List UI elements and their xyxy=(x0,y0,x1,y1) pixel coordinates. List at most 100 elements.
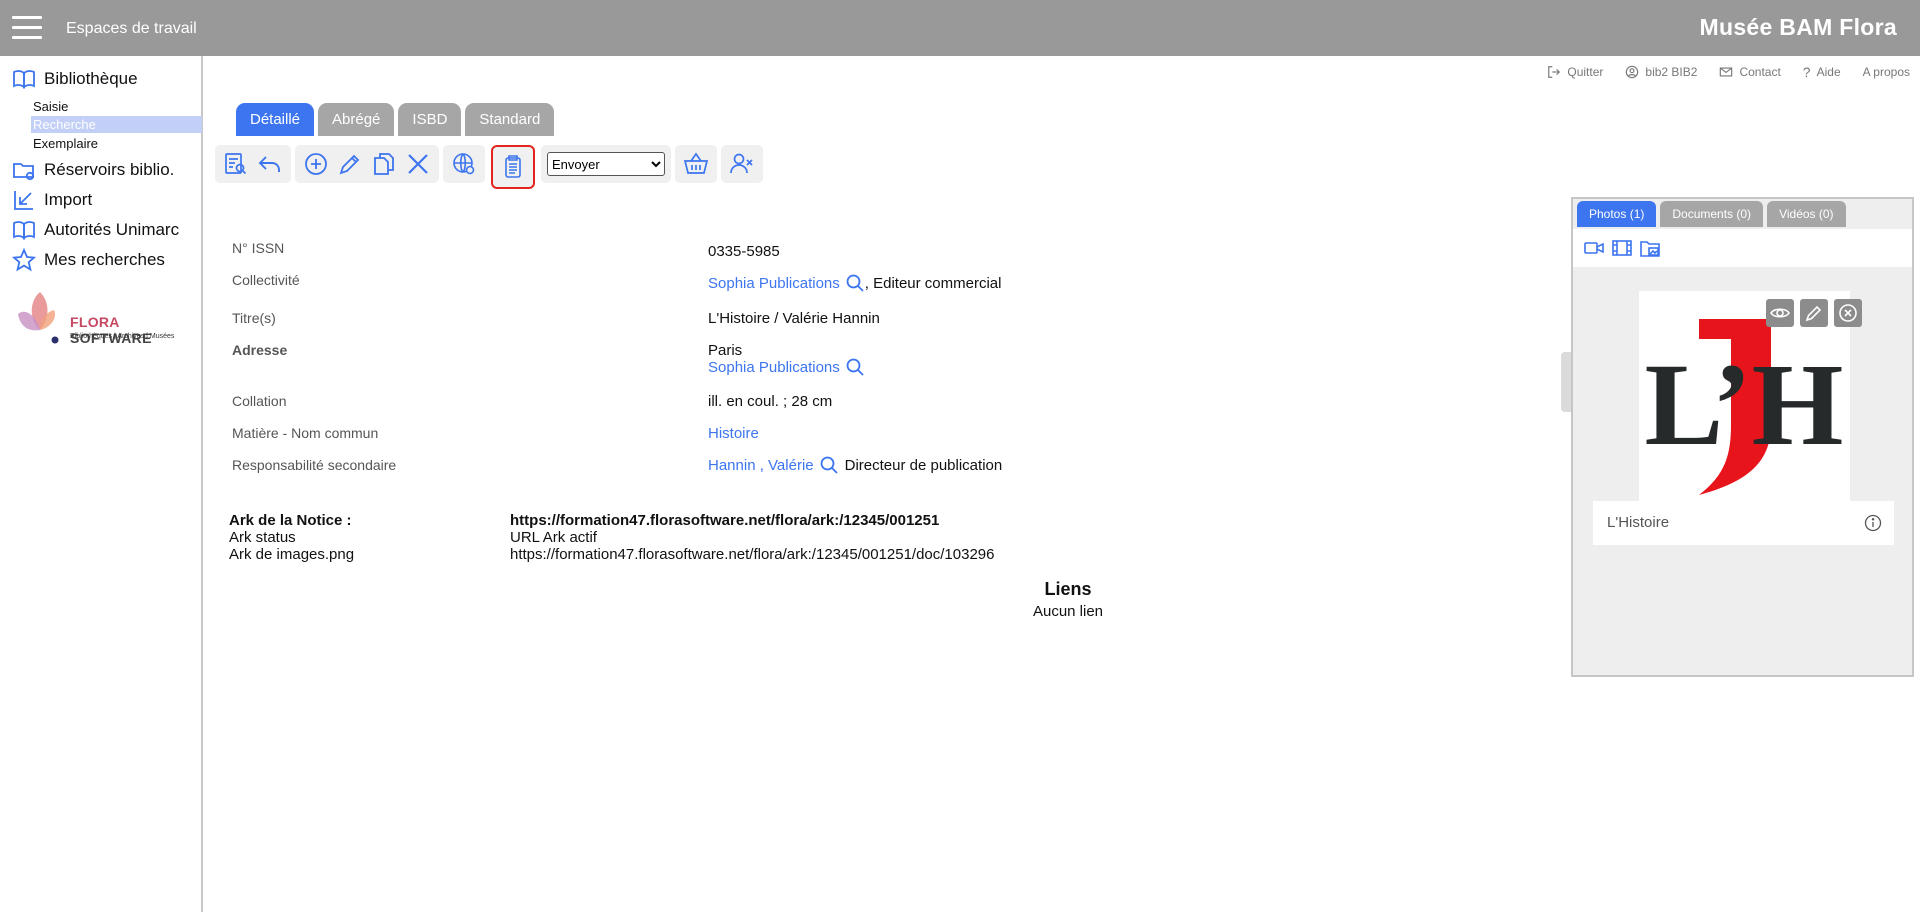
photo-caption-text: L'Histoire xyxy=(1607,514,1670,531)
sidebar-sub-saisie[interactable]: Saisie xyxy=(31,98,68,115)
search-icon[interactable] xyxy=(845,357,865,377)
help-link[interactable]: ? Aide xyxy=(1803,64,1841,80)
toolbar-group-edit xyxy=(295,145,439,183)
ark-status-value: URL Ark actif xyxy=(510,529,597,546)
basket-button[interactable] xyxy=(681,149,711,179)
film-icon[interactable] xyxy=(1611,237,1633,259)
tab-videos[interactable]: Vidéos (0) xyxy=(1767,201,1846,227)
delete-button[interactable] xyxy=(403,149,433,179)
responsabilite-link[interactable]: Hannin , Valérie xyxy=(708,457,814,474)
pencil-icon xyxy=(339,154,360,175)
logo-tagline: Bibliothèques | Archives | Musées xyxy=(70,333,175,340)
tab-isbd[interactable]: ISBD xyxy=(398,103,462,136)
pencil-icon xyxy=(1805,305,1822,322)
menu-icon[interactable] xyxy=(12,16,42,40)
matiere-link[interactable]: Histoire xyxy=(708,425,1408,442)
edit-button[interactable] xyxy=(335,149,365,179)
add-button[interactable] xyxy=(301,149,331,179)
copy-icon xyxy=(374,153,394,175)
collectivite-link[interactable]: Sophia Publications xyxy=(708,275,840,292)
field-label: Collation xyxy=(232,393,287,409)
user-bar: Quitter bib2 BIB2 Contact ? Aide A propo… xyxy=(1525,64,1910,80)
sidebar-item-label: Bibliothèque xyxy=(44,69,138,88)
media-tabs: Photos (1) Documents (0) Vidéos (0) xyxy=(1577,201,1846,227)
tab-detaille[interactable]: Détaillé xyxy=(236,103,315,136)
toolbar-group-web xyxy=(443,145,485,183)
logout-icon xyxy=(1548,66,1561,78)
book-icon xyxy=(13,221,35,240)
remove-user-button[interactable] xyxy=(727,149,757,179)
workspaces-link[interactable]: Espaces de travail xyxy=(66,20,197,38)
send-select[interactable]: Envoyer xyxy=(547,152,665,176)
close-icon xyxy=(408,154,428,174)
duplicate-button[interactable] xyxy=(369,149,399,179)
user-link[interactable]: bib2 BIB2 xyxy=(1625,64,1697,80)
sidebar-item-autorites[interactable]: Autorités Unimarc xyxy=(12,217,179,243)
globe-gear-icon xyxy=(453,153,475,175)
edit-photo-button[interactable] xyxy=(1800,299,1828,327)
sidebar-item-reservoirs[interactable]: Réservoirs biblio. xyxy=(12,157,174,183)
search-list-button[interactable] xyxy=(221,149,251,179)
folder-globe-icon xyxy=(13,163,35,181)
user-circle-icon xyxy=(1626,65,1639,79)
record-toolbar: Envoyer xyxy=(215,145,763,189)
list-search-icon xyxy=(225,153,247,175)
info-icon[interactable] xyxy=(1864,514,1882,532)
notice-document-button[interactable] xyxy=(491,145,535,189)
photo-thumbnail[interactable]: L’H xyxy=(1639,291,1862,501)
ark-images-label: Ark de images.png xyxy=(229,546,355,563)
field-label: Collectivité xyxy=(232,272,300,288)
video-icon[interactable] xyxy=(1583,237,1605,259)
web-publish-button[interactable] xyxy=(449,149,479,179)
toolbar-group-basket xyxy=(675,145,717,183)
ark-status-label: Ark status xyxy=(229,529,296,546)
folder-image-icon[interactable] xyxy=(1639,237,1661,259)
eye-icon xyxy=(1770,308,1790,318)
adresse-link[interactable]: Sophia Publications xyxy=(708,359,840,376)
quit-link[interactable]: Quitter xyxy=(1547,64,1603,80)
collectivite-role: , Editeur commercial xyxy=(864,274,1002,292)
delete-photo-button[interactable] xyxy=(1834,299,1862,327)
sidebar-item-import[interactable]: Import xyxy=(12,187,92,213)
search-icon[interactable] xyxy=(819,455,839,475)
search-icon[interactable] xyxy=(845,273,865,293)
sidebar-item-label: Mes recherches xyxy=(44,250,165,269)
tab-standard[interactable]: Standard xyxy=(465,103,555,136)
tab-documents[interactable]: Documents (0) xyxy=(1660,201,1764,227)
links-title: Liens xyxy=(1044,579,1092,599)
sidebar-item-mes-recherches[interactable]: Mes recherches xyxy=(12,247,165,273)
field-value: Sophia Publications , Editeur commercial xyxy=(708,273,1408,293)
flora-flower-icon xyxy=(18,292,59,344)
sidebar-item-label: Réservoirs biblio. xyxy=(44,160,175,179)
view-tabs: Détaillé Abrégé ISBD Standard xyxy=(236,103,555,136)
tab-abrege[interactable]: Abrégé xyxy=(318,103,395,136)
field-label: Titre(s) xyxy=(232,310,276,326)
about-link[interactable]: A propos xyxy=(1863,64,1910,80)
view-button[interactable] xyxy=(1766,299,1794,327)
field-value: L'Histoire / Valérie Hannin xyxy=(708,310,880,327)
svg-text:L’H: L’H xyxy=(1645,339,1844,470)
sidebar: Bibliothèque Saisie Recherche Exemplaire… xyxy=(0,56,203,912)
user-remove-icon xyxy=(730,153,753,174)
thumbnail-actions xyxy=(1766,299,1862,327)
tab-photos[interactable]: Photos (1) xyxy=(1577,201,1657,227)
back-button[interactable] xyxy=(255,149,285,179)
field-label: Adresse xyxy=(232,342,288,358)
field-value: Sophia Publications xyxy=(708,357,1408,377)
photo-caption: L'Histoire xyxy=(1593,501,1894,545)
contact-link[interactable]: Contact xyxy=(1719,64,1781,80)
sidebar-sub-recherche[interactable]: Recherche xyxy=(31,116,202,133)
ark-images-value: https://formation47.florasoftware.net/fl… xyxy=(510,546,995,563)
field-label: Matière - Nom commun xyxy=(232,425,379,441)
logo-brand-text: FLORA SOFTWARE xyxy=(70,314,152,346)
brand-title: Musée BAM Flora xyxy=(1699,14,1897,40)
field-value: ill. en coul. ; 28 cm xyxy=(708,393,833,410)
ark-notice-label: Ark de la Notice : xyxy=(229,512,352,529)
field-value: Hannin , Valérie Directeur de publicatio… xyxy=(708,455,1408,475)
book-icon xyxy=(13,70,35,89)
toolbar-group-user xyxy=(721,145,763,183)
field-label: N° ISSN xyxy=(232,240,285,256)
clipboard-list-icon xyxy=(505,155,521,178)
sidebar-sub-exemplaire[interactable]: Exemplaire xyxy=(31,135,98,152)
sidebar-item-bibliotheque[interactable]: Bibliothèque xyxy=(12,66,138,92)
